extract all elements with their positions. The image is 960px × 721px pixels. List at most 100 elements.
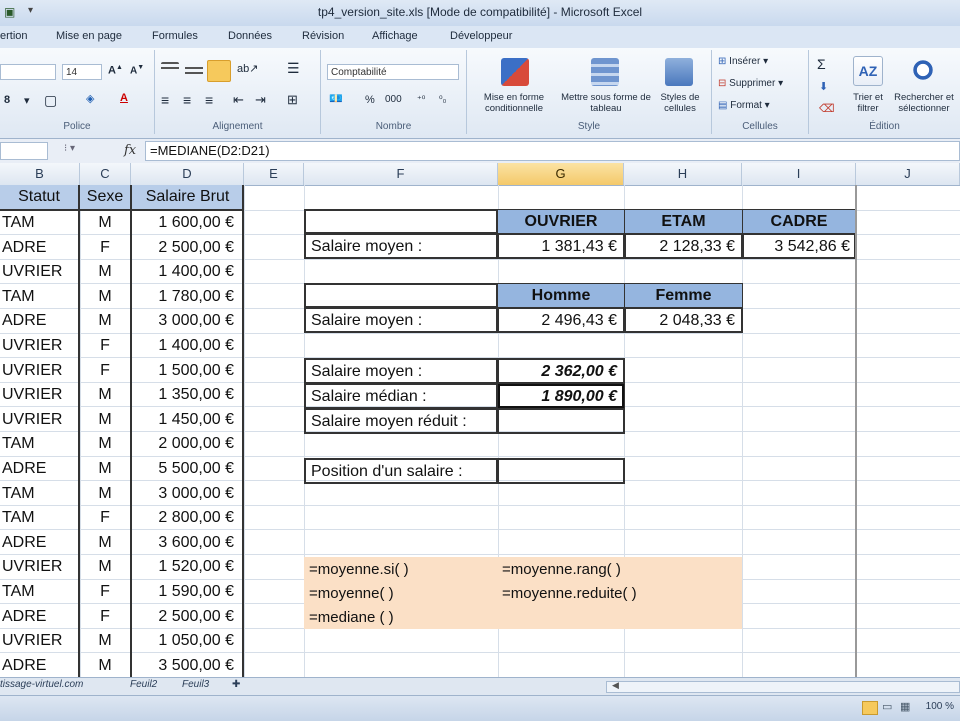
cell-salaire[interactable]: 5 500,00 € bbox=[132, 457, 242, 481]
align-middle-icon[interactable] bbox=[185, 62, 203, 78]
tab-formules[interactable]: Formules bbox=[152, 30, 198, 42]
cell-statut[interactable]: TAM bbox=[0, 285, 80, 309]
stats1-label[interactable]: Salaire moyen : bbox=[304, 233, 498, 259]
scroll-left-icon[interactable]: ◀ bbox=[612, 680, 619, 691]
stats2-value-femme[interactable]: 2 048,33 € bbox=[624, 307, 743, 333]
cell-salaire[interactable]: 3 000,00 € bbox=[132, 482, 242, 506]
cell-statut[interactable]: ADRE bbox=[0, 605, 80, 629]
fill-color-icon[interactable]: ◈ bbox=[86, 92, 94, 105]
stats1-value-etam[interactable]: 2 128,33 € bbox=[624, 233, 743, 259]
column-header-j[interactable]: J bbox=[856, 163, 960, 185]
sheet-tab-feuil2[interactable]: Feuil2 bbox=[130, 679, 157, 690]
column-header-d[interactable]: D bbox=[131, 163, 244, 185]
stats2-value-homme[interactable]: 2 496,43 € bbox=[497, 307, 625, 333]
cell-sexe[interactable]: F bbox=[80, 359, 130, 383]
note-moyenne-rang[interactable]: =moyenne.rang( ) bbox=[502, 558, 621, 582]
cell-statut[interactable]: TAM bbox=[0, 211, 80, 235]
delete-cells-button[interactable]: ⊟ Supprimer ▾ bbox=[718, 78, 783, 89]
cell-styles-icon[interactable] bbox=[665, 58, 693, 86]
cell-salaire[interactable]: 2 800,00 € bbox=[132, 506, 242, 530]
cell-statut[interactable]: ADRE bbox=[0, 457, 80, 481]
cell-sexe[interactable]: F bbox=[80, 580, 130, 604]
formula-input[interactable]: =MEDIANE(D2:D21) bbox=[145, 141, 960, 161]
cell-statut[interactable]: UVRIER bbox=[0, 629, 80, 653]
stats3-label-moyen[interactable]: Salaire moyen : bbox=[304, 358, 498, 384]
decrease-decimal-icon[interactable]: ⁰₀ bbox=[439, 94, 446, 105]
cell-sexe[interactable]: F bbox=[80, 334, 130, 358]
stats4-value[interactable] bbox=[497, 458, 625, 484]
cell-salaire[interactable]: 2 500,00 € bbox=[132, 605, 242, 629]
cell-sexe[interactable]: M bbox=[80, 629, 130, 653]
cell-sexe[interactable]: M bbox=[80, 432, 130, 456]
orientation-icon[interactable]: ab↗ bbox=[237, 62, 258, 75]
stats1-header-etam[interactable]: ETAM bbox=[624, 209, 743, 234]
format-as-table-icon[interactable] bbox=[591, 58, 619, 86]
cell-sexe[interactable]: M bbox=[80, 260, 130, 284]
cell-salaire[interactable]: 1 400,00 € bbox=[132, 334, 242, 358]
formula-bar-options-icon[interactable]: ⁝ ▾ bbox=[64, 143, 75, 154]
horizontal-scrollbar[interactable] bbox=[606, 681, 960, 693]
shrink-font-icon[interactable]: A▼ bbox=[130, 64, 144, 76]
font-color-icon[interactable]: A bbox=[120, 92, 128, 104]
align-right-icon[interactable]: ≡ bbox=[205, 92, 213, 108]
cell-sexe[interactable]: M bbox=[80, 309, 130, 333]
column-header-i[interactable]: I bbox=[742, 163, 856, 185]
cell-statut[interactable]: TAM bbox=[0, 482, 80, 506]
cell-salaire[interactable]: 1 400,00 € bbox=[132, 260, 242, 284]
number-format-combo[interactable]: Comptabilité bbox=[327, 64, 459, 80]
find-select-icon[interactable] bbox=[909, 56, 937, 84]
tab-affichage[interactable]: Affichage bbox=[372, 30, 418, 42]
stats2-header-homme[interactable]: Homme bbox=[497, 283, 625, 308]
clear-icon[interactable]: ⌫ bbox=[819, 102, 835, 115]
bold-icon[interactable]: 8 bbox=[4, 94, 10, 106]
cell-sexe[interactable]: M bbox=[80, 555, 130, 579]
dropdown-icon[interactable]: ▾ bbox=[24, 94, 30, 107]
cell-salaire[interactable]: 3 500,00 € bbox=[132, 654, 242, 677]
name-box[interactable] bbox=[0, 142, 48, 160]
page-break-icon[interactable]: ▦ bbox=[900, 700, 910, 713]
cell-statut[interactable]: ADRE bbox=[0, 236, 80, 260]
cell-statut[interactable]: ADRE bbox=[0, 654, 80, 677]
merge-cells-icon[interactable]: ⊞ bbox=[287, 92, 298, 108]
align-left-icon[interactable]: ≡ bbox=[161, 92, 169, 108]
cell-statut[interactable]: ADRE bbox=[0, 531, 80, 555]
cell-sexe[interactable]: F bbox=[80, 236, 130, 260]
decrease-indent-icon[interactable]: ⇤ bbox=[233, 92, 244, 108]
header-sexe[interactable]: Sexe bbox=[80, 185, 130, 209]
tab-donnees[interactable]: Données bbox=[228, 30, 272, 42]
cell-sexe[interactable]: F bbox=[80, 605, 130, 629]
cell-salaire[interactable]: 3 000,00 € bbox=[132, 309, 242, 333]
font-size-combo[interactable]: 14 bbox=[62, 64, 102, 80]
cell-statut[interactable]: ADRE bbox=[0, 309, 80, 333]
wrap-text-icon[interactable]: ☰ bbox=[287, 60, 300, 77]
column-header-c[interactable]: C bbox=[80, 163, 131, 185]
cell-salaire[interactable]: 1 500,00 € bbox=[132, 359, 242, 383]
currency-icon[interactable]: 💶 bbox=[329, 92, 343, 105]
column-header-b[interactable]: B bbox=[0, 163, 80, 185]
increase-decimal-icon[interactable]: ⁺⁰ bbox=[417, 94, 425, 105]
cell-sexe[interactable]: M bbox=[80, 482, 130, 506]
sheet-tab-1[interactable]: tissage-virtuel.com bbox=[0, 679, 83, 690]
stats3-value-moyen[interactable]: 2 362,00 € bbox=[497, 358, 625, 384]
cell-statut[interactable]: TAM bbox=[0, 580, 80, 604]
column-header-h[interactable]: H bbox=[624, 163, 742, 185]
tab-mise-en-page[interactable]: Mise en page bbox=[56, 30, 122, 42]
column-header-g[interactable]: G bbox=[498, 163, 624, 185]
cell-salaire[interactable]: 1 050,00 € bbox=[132, 629, 242, 653]
stats1-value-cadre[interactable]: 3 542,86 € bbox=[742, 233, 856, 259]
cell-sexe[interactable]: M bbox=[80, 408, 130, 432]
align-bottom-icon[interactable] bbox=[207, 60, 231, 82]
stats3-value-median[interactable]: 1 890,00 € bbox=[497, 383, 625, 409]
worksheet-grid[interactable]: Statut Sexe Salaire Brut TAM M 1 600,00 € A… bbox=[0, 185, 960, 677]
cell-sexe[interactable]: M bbox=[80, 285, 130, 309]
note-moyenne[interactable]: =moyenne( ) bbox=[309, 582, 394, 606]
conditional-formatting-icon[interactable] bbox=[501, 58, 529, 86]
grow-font-icon[interactable]: A▲ bbox=[108, 64, 123, 77]
format-cells-button[interactable]: ▤ Format ▾ bbox=[718, 100, 770, 111]
cell-statut[interactable]: TAM bbox=[0, 506, 80, 530]
insert-function-icon[interactable]: fx bbox=[124, 143, 136, 158]
font-name-combo[interactable] bbox=[0, 64, 56, 80]
tab-revision[interactable]: Révision bbox=[302, 30, 344, 42]
sort-filter-icon[interactable]: AZ bbox=[853, 56, 883, 86]
increase-indent-icon[interactable]: ⇥ bbox=[255, 92, 266, 108]
